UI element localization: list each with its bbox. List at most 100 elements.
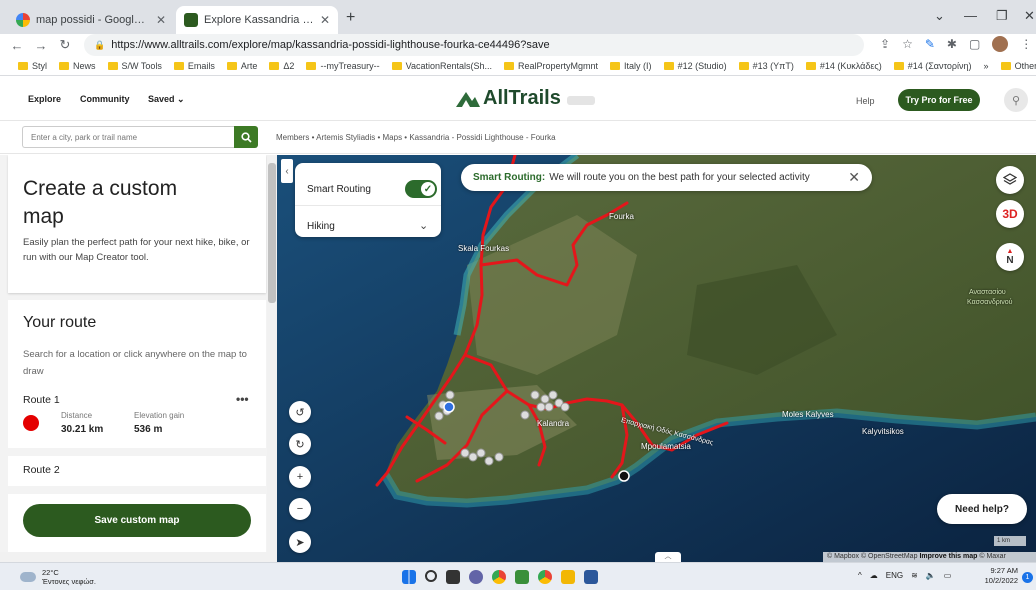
redo-button[interactable]: ↻ [289, 433, 311, 455]
bookmark-item[interactable]: News [59, 61, 96, 71]
bookmark-item[interactable]: #14 (Σαντορίνη) [893, 61, 972, 71]
notification-badge[interactable]: 1 [1022, 572, 1033, 583]
map-creator-panel: Create a custom map Easily plan the perf… [0, 155, 267, 562]
clock[interactable]: 9:27 AM 10/2/2022 [980, 566, 1018, 586]
undo-button[interactable]: ↺ [289, 401, 311, 423]
chevron-down-icon[interactable]: ⌄ [419, 219, 428, 232]
breadcrumb[interactable]: Members • Artemis Styliadis • Maps • Kas… [276, 133, 556, 142]
bookmark-item[interactable]: #13 (ΥπΤ) [738, 61, 794, 71]
bookmark-item[interactable]: S/W Tools [107, 61, 162, 71]
forward-icon[interactable]: → [34, 38, 48, 53]
scrollbar-thumb[interactable] [268, 163, 276, 303]
chrome-icon[interactable] [492, 570, 506, 584]
volume-icon[interactable]: 🔈 [926, 571, 936, 580]
compass-button[interactable]: ▲ N [996, 243, 1024, 271]
locate-me-button[interactable]: ➤ [289, 531, 311, 553]
search-icon[interactable] [425, 570, 437, 582]
bookmark-item[interactable]: Emails [173, 61, 215, 71]
new-tab-icon[interactable]: + [346, 9, 355, 27]
3d-toggle-button[interactable]: 3D [996, 200, 1024, 228]
minimize-icon[interactable]: — [964, 8, 977, 23]
file-explorer-icon[interactable] [561, 570, 575, 584]
layers-button[interactable] [996, 166, 1024, 194]
restore-icon[interactable]: ❐ [996, 8, 1008, 24]
close-tab-icon[interactable]: ✕ [320, 13, 330, 27]
panel-horizontal-scrollbar[interactable] [0, 552, 277, 562]
nav-saved[interactable]: Saved ⌄ [148, 94, 185, 105]
tab-google-search[interactable]: map possidi - Google Search ✕ [8, 6, 174, 34]
word-icon[interactable] [584, 570, 598, 584]
zoom-out-button[interactable]: − [289, 498, 311, 520]
search-input[interactable] [22, 126, 234, 148]
bookmark-item[interactable]: RealPropertyMgmnt [504, 61, 598, 71]
close-window-icon[interactable]: ✕ [1024, 8, 1035, 24]
nav-explore[interactable]: Explore [28, 94, 61, 104]
reload-icon[interactable]: ↻ [58, 37, 72, 53]
chrome-profile-icon[interactable] [538, 570, 552, 584]
other-bookmarks[interactable]: Other bookmarks [1000, 61, 1036, 71]
improve-map-link[interactable]: Improve this map [919, 553, 977, 560]
smart-routing-toggle[interactable]: ✓ [405, 180, 437, 198]
bookmark-item[interactable]: VacationRentals(Sh... [391, 61, 492, 71]
folder-icon [1000, 61, 1011, 70]
bookmark-item[interactable]: Arte [226, 61, 257, 71]
bookmark-item[interactable]: Styl [18, 61, 47, 71]
alltrails-logo[interactable]: AllTrails [455, 87, 595, 110]
activity-select[interactable]: Hiking [307, 221, 335, 232]
route-card: Your route Search for a location or clic… [8, 300, 266, 562]
try-pro-button[interactable]: Try Pro for Free [898, 89, 980, 111]
bookmark-star-icon[interactable]: ☆ [902, 37, 913, 51]
folder-icon [107, 61, 118, 70]
zoom-in-button[interactable]: + [289, 466, 311, 488]
system-tray: ^ ☁ ENG ≋ 🔈 ▭ [858, 571, 951, 580]
need-help-button[interactable]: Need help? [937, 494, 1027, 524]
save-custom-map-button[interactable]: Save custom map [23, 504, 251, 537]
extension-icon[interactable]: ✎ [925, 37, 935, 51]
bookmark-item[interactable]: Δ2 [269, 61, 294, 71]
nav-community[interactable]: Community [80, 94, 130, 104]
share-icon[interactable]: ⇪ [880, 37, 890, 51]
route-1-menu[interactable]: ••• [236, 392, 249, 406]
bookmark-item[interactable]: --myTreasury-- [306, 61, 380, 71]
search-button[interactable] [234, 126, 258, 148]
url-bar[interactable]: 🔒 https://www.alltrails.com/explore/map/… [84, 34, 864, 56]
route-1-name[interactable]: Route 1 [23, 394, 60, 406]
language-indicator[interactable]: ENG [886, 571, 903, 580]
panel-scrollbar[interactable] [267, 155, 277, 562]
weather-widget[interactable]: 22°C Έντονες νεφώσ. [20, 568, 96, 586]
back-icon[interactable]: ← [10, 38, 24, 53]
windows-start-icon[interactable] [402, 570, 416, 584]
sidebar-icon[interactable]: ▢ [969, 37, 980, 51]
task-view-icon[interactable] [446, 570, 460, 584]
close-tab-icon[interactable]: ✕ [156, 13, 166, 27]
tab-alltrails[interactable]: Explore Kassandria - Possidi Ligh ✕ [176, 6, 338, 34]
bookmarks-overflow[interactable]: » [984, 61, 989, 71]
tray-overflow-icon[interactable]: ^ [858, 571, 862, 580]
battery-icon[interactable]: ▭ [944, 571, 952, 580]
user-avatar[interactable]: ⚲ [1004, 88, 1028, 112]
extensions-puzzle-icon[interactable]: ✱ [947, 37, 957, 51]
bookmark-item[interactable]: #14 (Κυκλάδες) [805, 61, 882, 71]
route-1-color-swatch[interactable] [23, 415, 39, 431]
menu-icon[interactable]: ⋮ [1020, 37, 1032, 51]
wifi-icon[interactable]: ≋ [911, 571, 918, 580]
expand-bottom-icon[interactable]: ︿ [655, 552, 681, 562]
bookmark-item[interactable]: Italy (I) [610, 61, 652, 71]
map-canvas[interactable]: Fourka Skala Fourkas Kalandra Moles Kaly… [277, 155, 1036, 562]
chat-icon[interactable] [469, 570, 483, 584]
profile-avatar[interactable] [992, 36, 1009, 52]
store-icon[interactable] [515, 570, 529, 584]
lock-icon[interactable]: 🔒 [94, 40, 105, 51]
close-icon[interactable]: ✕ [848, 169, 860, 186]
windows-taskbar: 22°C Έντονες νεφώσ. ^ ☁ ENG ≋ 🔈 ▭ 9:27 AM… [0, 562, 1036, 590]
compass-label: N [1006, 254, 1014, 266]
route-2-name[interactable]: Route 2 [23, 464, 60, 476]
folder-icon [18, 61, 28, 70]
tab-search-icon[interactable]: ⌄ [934, 8, 945, 24]
undo-icon: ↺ [295, 406, 305, 419]
bookmark-item[interactable]: #12 (Studio) [663, 61, 727, 71]
date: 10/2/2022 [984, 576, 1018, 585]
help-link[interactable]: Help [856, 96, 875, 106]
cloud-icon[interactable]: ☁ [870, 571, 878, 580]
collapse-panel-button[interactable]: ‹ [281, 159, 293, 183]
